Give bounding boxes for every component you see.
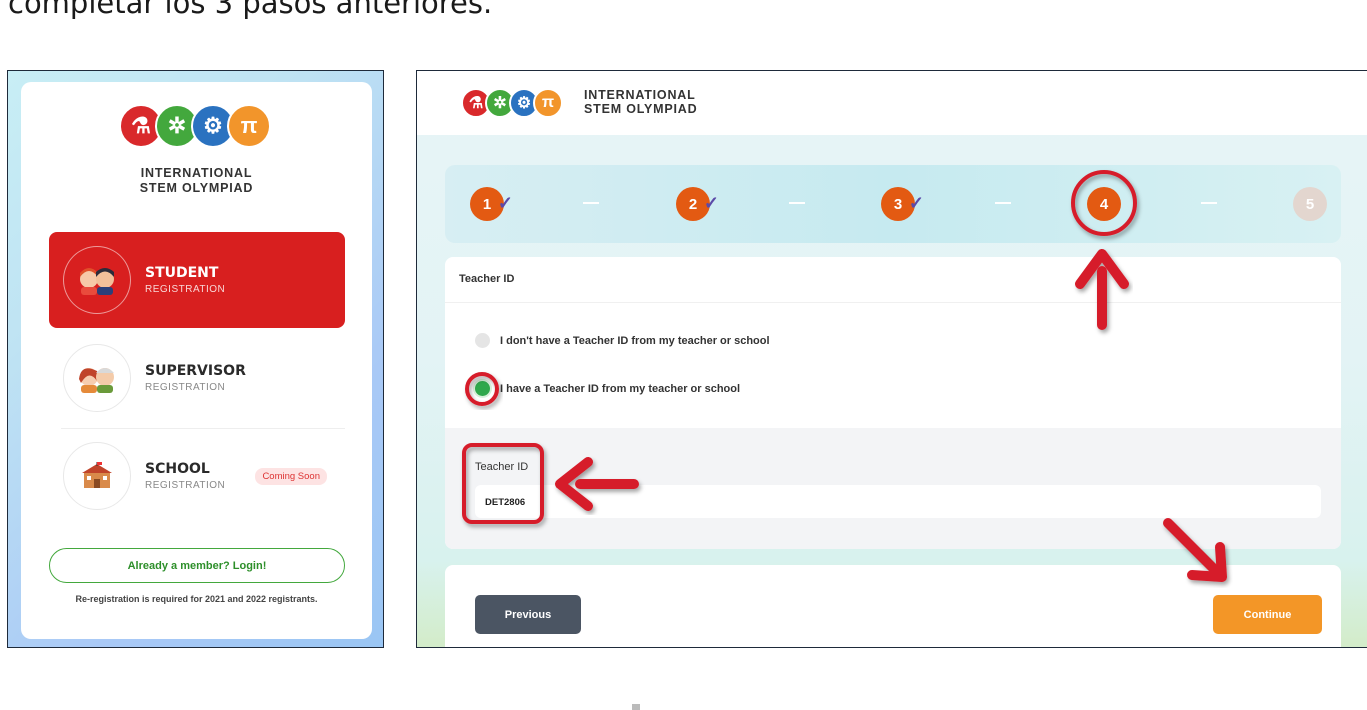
- step-4[interactable]: 4: [1087, 187, 1121, 221]
- checkmark-icon: ✓: [703, 193, 719, 213]
- radio-checked[interactable]: [475, 381, 490, 396]
- supervisor-registration-option[interactable]: SUPERVISOR REGISTRATION: [49, 330, 345, 426]
- checkmark-icon: ✓: [497, 193, 513, 213]
- section-title: Teacher ID: [445, 257, 1341, 303]
- school-registration-option[interactable]: SCHOOL REGISTRATION Coming Soon: [49, 428, 345, 524]
- page-marker: [632, 704, 640, 710]
- step-2[interactable]: 2 ✓: [676, 187, 719, 221]
- coming-soon-badge: Coming Soon: [255, 468, 327, 485]
- step-5: 5: [1293, 187, 1327, 221]
- stem-olympiad-logo: ⚗ ✲ ⚙ π: [119, 104, 271, 148]
- supervisor-subtitle: REGISTRATION: [145, 382, 226, 393]
- registration-card: ⚗ ✲ ⚙ π INTERNATIONAL STEM OLYMPIAD STUD…: [21, 82, 372, 639]
- step-1[interactable]: 1 ✓: [470, 187, 513, 221]
- pi-icon: π: [227, 104, 271, 148]
- pi-icon: π: [533, 88, 563, 118]
- previous-button[interactable]: Previous: [475, 595, 581, 634]
- students-avatar-icon: [63, 246, 131, 314]
- supervisors-avatar-icon: [63, 344, 131, 412]
- school-subtitle: REGISTRATION: [145, 480, 226, 491]
- app-header: ⚗ ✲ ⚙ π INTERNATIONAL STEM OLYMPIAD: [417, 71, 1367, 135]
- teacher-id-card: Teacher ID I don't have a Teacher ID fro…: [445, 257, 1341, 549]
- have-teacher-id-option[interactable]: I have a Teacher ID from my teacher or s…: [475, 381, 740, 396]
- navigation-card: Previous Continue: [445, 565, 1341, 647]
- teacher-id-label: Teacher ID: [475, 461, 529, 473]
- reregistration-note: Re-registration is required for 2021 and…: [75, 594, 318, 604]
- teacher-id-screenshot: ⚗ ✲ ⚙ π INTERNATIONAL STEM OLYMPIAD 1 ✓ 2…: [416, 70, 1367, 648]
- teacher-id-field-area: Teacher ID DET2806: [445, 428, 1341, 549]
- student-subtitle: REGISTRATION: [145, 284, 226, 295]
- progress-stepper: 1 ✓ 2 ✓ 3 ✓ 4 5: [445, 165, 1341, 243]
- step-connector: [583, 202, 599, 204]
- instruction-heading: completar los 3 pasos anteriores.: [8, 0, 493, 20]
- step-connector: [789, 202, 805, 204]
- student-title: STUDENT: [145, 265, 219, 281]
- student-registration-option[interactable]: STUDENT REGISTRATION: [49, 232, 345, 328]
- checkmark-icon: ✓: [908, 193, 924, 213]
- school-title: SCHOOL: [145, 461, 210, 477]
- registration-screenshot: ⚗ ✲ ⚙ π INTERNATIONAL STEM OLYMPIAD STUD…: [7, 70, 384, 648]
- radio-unchecked[interactable]: [475, 333, 490, 348]
- continue-button[interactable]: Continue: [1213, 595, 1322, 634]
- brand-name: INTERNATIONAL STEM OLYMPIAD: [584, 88, 698, 116]
- login-button[interactable]: Already a member? Login!: [49, 548, 345, 583]
- step-3[interactable]: 3 ✓: [881, 187, 924, 221]
- teacher-id-input[interactable]: DET2806: [475, 485, 1321, 518]
- brand-name: INTERNATIONAL STEM OLYMPIAD: [139, 166, 254, 195]
- page: completar los 3 pasos anteriores. ⚗ ✲ ⚙ …: [0, 0, 1367, 710]
- step-connector: [1201, 202, 1217, 204]
- stem-olympiad-logo: ⚗ ✲ ⚙ π: [461, 88, 563, 118]
- school-building-icon: [63, 442, 131, 510]
- supervisor-title: SUPERVISOR: [145, 363, 246, 379]
- no-teacher-id-option[interactable]: I don't have a Teacher ID from my teache…: [475, 333, 770, 348]
- step-connector: [995, 202, 1011, 204]
